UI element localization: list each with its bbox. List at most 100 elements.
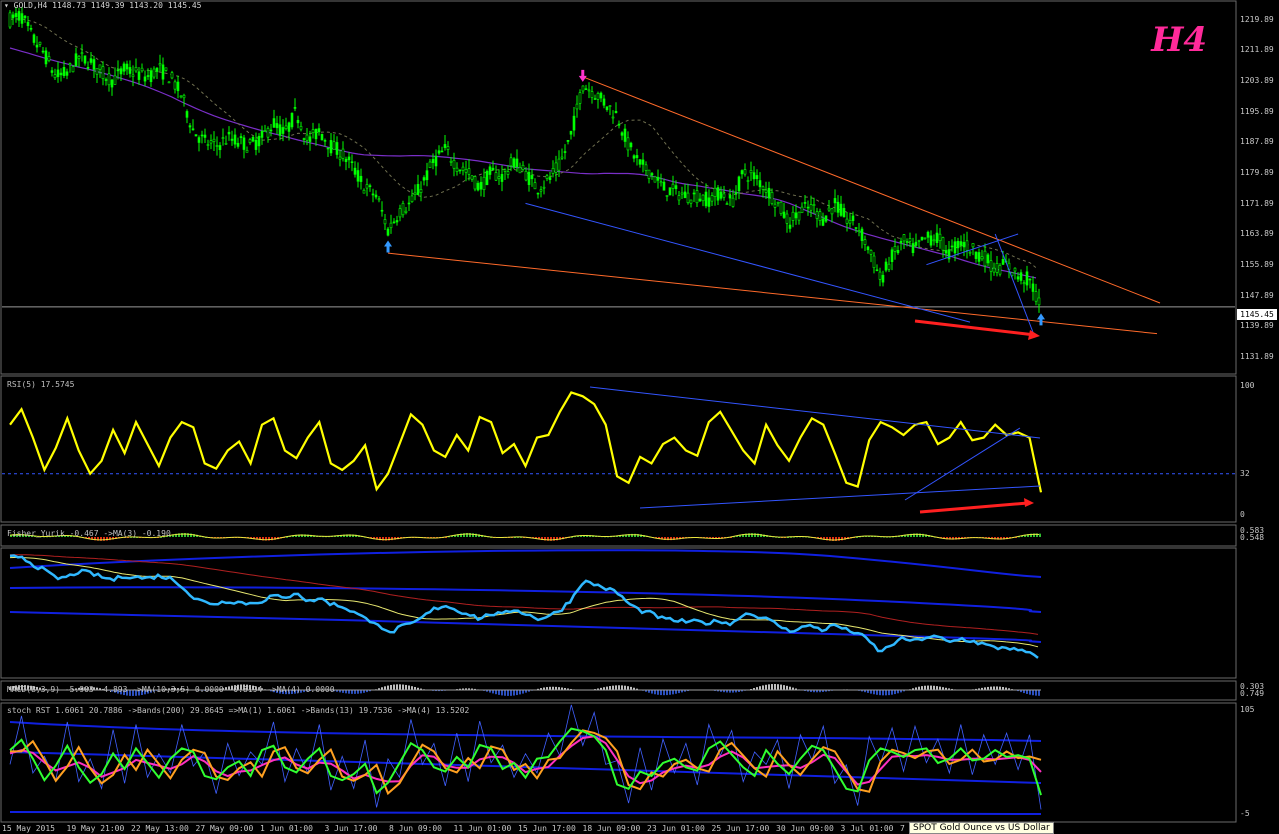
candle-body bbox=[128, 67, 132, 74]
candle-body bbox=[584, 88, 588, 90]
candle-body bbox=[743, 169, 747, 175]
candle-body bbox=[290, 112, 294, 128]
wedge-line bbox=[994, 233, 1036, 338]
candle-body bbox=[812, 204, 816, 206]
time-axis-label: 1 Jun 01:00 bbox=[260, 824, 313, 833]
candle-body bbox=[491, 167, 495, 171]
candle-body bbox=[863, 239, 867, 245]
candle-body bbox=[467, 168, 471, 175]
price-axis-label: 1139.89 bbox=[1240, 321, 1274, 331]
candle-body bbox=[644, 164, 648, 171]
candle-body bbox=[530, 175, 534, 180]
candle-body bbox=[599, 92, 603, 99]
candle-body bbox=[221, 137, 225, 139]
candle-body bbox=[176, 81, 180, 92]
candle-body bbox=[578, 92, 582, 104]
candle-body bbox=[854, 227, 858, 229]
stoch-pane-title: stoch RST 1.6061 20.7886 ->Bands(200) 29… bbox=[7, 706, 470, 715]
price-axis-label: 1179.89 bbox=[1240, 168, 1274, 178]
candle-body bbox=[662, 181, 666, 191]
candle-body bbox=[8, 12, 12, 28]
candle-body bbox=[728, 194, 732, 199]
candle-body bbox=[464, 168, 468, 173]
rsi-trend-upper bbox=[589, 386, 1041, 439]
candle-body bbox=[293, 107, 297, 109]
candle-body bbox=[626, 137, 630, 151]
candle-body bbox=[59, 72, 63, 76]
candle-body bbox=[482, 176, 486, 190]
candle-body bbox=[797, 211, 801, 221]
candle-body bbox=[1019, 272, 1023, 281]
candle-body bbox=[470, 175, 474, 180]
candle-body bbox=[647, 169, 651, 179]
candle-body bbox=[200, 134, 204, 137]
candle-body bbox=[500, 173, 504, 182]
candle-body bbox=[44, 50, 48, 65]
candle-body bbox=[827, 207, 831, 211]
candle-body bbox=[197, 137, 201, 143]
candle-body bbox=[632, 155, 636, 159]
candle-body bbox=[554, 162, 558, 173]
candle-body bbox=[77, 56, 81, 59]
time-axis-label: 3 Jul 01:00 bbox=[840, 824, 894, 833]
candle-body bbox=[977, 252, 981, 262]
candle-body bbox=[146, 75, 150, 77]
candle-body bbox=[20, 13, 24, 24]
candle-body bbox=[791, 211, 795, 221]
candle-body bbox=[215, 145, 219, 147]
ma-short-line bbox=[9, 18, 1037, 269]
candle-body bbox=[755, 175, 759, 180]
candle-body bbox=[971, 243, 975, 248]
candle-body bbox=[908, 238, 912, 242]
rsi-axis-label: 100 bbox=[1240, 381, 1255, 390]
candle-body bbox=[191, 128, 195, 131]
candle-body bbox=[803, 202, 807, 204]
candle-body bbox=[713, 187, 717, 197]
candle-body bbox=[767, 187, 771, 199]
candle-body bbox=[872, 255, 876, 269]
candle-body bbox=[998, 265, 1002, 275]
candle-body bbox=[539, 189, 543, 192]
candle-body bbox=[218, 145, 222, 151]
candle-body bbox=[932, 239, 936, 242]
candle-body bbox=[548, 177, 552, 180]
candle-body bbox=[29, 28, 33, 30]
candle-body bbox=[611, 116, 615, 119]
candle-body bbox=[815, 211, 819, 219]
candle-body bbox=[47, 56, 51, 61]
candle-body bbox=[758, 180, 762, 188]
candle-body bbox=[212, 138, 216, 142]
candle-body bbox=[101, 66, 105, 79]
candle-body bbox=[395, 220, 399, 223]
candle-body bbox=[263, 130, 267, 132]
candle-body bbox=[749, 170, 753, 174]
candle-body bbox=[431, 158, 435, 163]
candle-body bbox=[641, 159, 645, 165]
price-axis-label: 1211.89 bbox=[1240, 45, 1274, 55]
candle-body bbox=[140, 67, 144, 72]
candle-body bbox=[1034, 291, 1038, 302]
candle-body bbox=[407, 202, 411, 205]
candle-body bbox=[302, 138, 306, 140]
candle-body bbox=[416, 184, 420, 196]
candle-body bbox=[380, 209, 384, 212]
candle-body bbox=[764, 189, 768, 193]
candle-body bbox=[458, 169, 462, 172]
candle-body bbox=[650, 173, 654, 176]
candle-body bbox=[890, 249, 894, 263]
candle-body bbox=[488, 166, 492, 175]
current-price-label: 1145.45 bbox=[1237, 309, 1277, 320]
candle-body bbox=[779, 201, 783, 214]
candle-body bbox=[722, 193, 726, 198]
price-axis-label: 1163.89 bbox=[1240, 229, 1274, 239]
candle-body bbox=[962, 242, 966, 248]
candle-body bbox=[56, 69, 60, 78]
candle-body bbox=[248, 139, 252, 143]
candle-body bbox=[887, 263, 891, 270]
candle-body bbox=[581, 85, 585, 92]
candle-body bbox=[1001, 259, 1005, 265]
candle-body bbox=[161, 64, 165, 80]
candle-body bbox=[986, 254, 990, 264]
candle-body bbox=[719, 191, 723, 199]
candle-body bbox=[65, 71, 69, 76]
